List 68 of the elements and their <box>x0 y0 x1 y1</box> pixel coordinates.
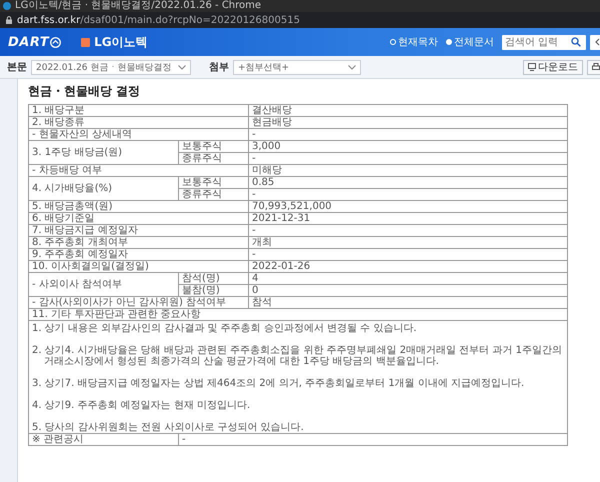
table-cell: - <box>248 188 568 200</box>
table-cell: 참석(명) <box>178 272 249 284</box>
table-cell: 0.85 <box>248 176 568 188</box>
document-title: 현금・현물배당 결정 <box>28 83 142 100</box>
table-cell: - <box>248 224 568 236</box>
table-cell: 8. 주주총회 개최여부 <box>28 236 249 248</box>
monitor-icon <box>528 63 536 71</box>
chevron-left-icon <box>594 38 600 46</box>
table-cell: 9. 주주총회 예정일자 <box>28 248 249 260</box>
table-cell: 5. 배당금총액(원) <box>28 200 249 212</box>
table-cell: - <box>248 128 568 140</box>
table-cell: - 사외이사 참석여부 <box>28 272 178 296</box>
company-icon <box>81 38 90 46</box>
table-cell: - 감사(사외이사가 아닌 감사위원) 참석여부 <box>28 296 249 308</box>
table-cell: - <box>248 152 568 164</box>
table-cell: 11. 기타 투자판단과 관련한 중요사항 <box>28 308 568 320</box>
attachment-select[interactable]: +첨부선택+ <box>233 60 361 74</box>
note-paragraph: 1. 상기 내용은 외부감사인의 감사결과 및 주주총회 승인과정에서 변경될 수 있습니다. <box>32 323 418 334</box>
table-cell: 결산배당 <box>248 104 568 116</box>
table-cell: 불참(명) <box>178 284 249 296</box>
table-cell: 7. 배당금지급 예정일자 <box>28 224 249 236</box>
scope-radio[interactable]: 전체문서 <box>446 35 494 49</box>
table-cell: - <box>178 434 568 446</box>
table-cell: 1. 배당구분 <box>28 104 249 116</box>
table-cell: 6. 배당기준일 <box>28 212 249 224</box>
body-label: 본문 <box>7 61 27 74</box>
site-logo[interactable]: DART <box>8 34 62 50</box>
table-cell: 10. 이사회결의일(결정일) <box>28 260 249 272</box>
note-paragraph: 4. 상기9. 주주총회 예정일자는 현재 미정입니다. <box>32 400 252 411</box>
table-cell: 개최 <box>248 236 568 248</box>
table-cell: 3,000 <box>248 140 568 152</box>
scope-radio[interactable]: 현재목차 <box>390 35 438 49</box>
window-title: LG이노텍/현금 · 현물배당결정/2022.01.26 - Chrome <box>15 0 262 12</box>
table-cell: 보통주식 <box>178 176 249 188</box>
printer-icon <box>592 63 600 71</box>
download-button[interactable]: 다운로드 <box>523 60 583 74</box>
table-cell: - <box>248 248 568 260</box>
table-cell: 미해당 <box>248 164 568 176</box>
table-cell: - 현물자산의 상세내역 <box>28 128 249 140</box>
search-icon[interactable] <box>571 37 581 47</box>
table-cell: 0 <box>248 284 568 296</box>
note-paragraph: 3. 상기7. 배당금지급 예정일자는 상법 제464조의 2에 의거, 주주총회일로부터 1개월 이내에 지급예정입니다. <box>32 378 526 389</box>
caret-icon <box>178 64 186 70</box>
note-paragraph: 2. 상기4. 시가배당율은 당해 배당과 관련된 주주총회소집을 위한 주주명부폐쇄일 2매매거래일 전부터 과거 1주일간의 거래소시장에서 형성된 최종가격의 산술 평균가격에 대한 1주당 배당금의 백분율입니다. <box>32 345 563 367</box>
note-paragraph: 5. 당사의 감사위원회는 전원 사외이사로 구성되어 있습니다. <box>32 422 305 433</box>
table-cell: 종류주식 <box>178 152 249 164</box>
table-cell: 현금배당 <box>248 116 568 128</box>
lock-icon <box>6 16 12 24</box>
search-field[interactable]: 검색어 입력 <box>502 34 586 50</box>
table-cell: - 차등배당 여부 <box>28 164 249 176</box>
print-button[interactable] <box>587 60 600 74</box>
company-name: LG이노텍 <box>94 34 148 50</box>
browser-logo-icon <box>3 2 11 10</box>
table-cell: 2022-01-26 <box>248 260 568 272</box>
table-cell: 4. 시가배당율(%) <box>28 176 178 200</box>
table-cell: 종류주식 <box>178 188 249 200</box>
table-cell: 2021-12-31 <box>248 212 568 224</box>
body-select[interactable]: 2022.01.26 현금ㆍ현물배당결정 <box>31 60 191 74</box>
table-cell: 4 <box>248 272 568 284</box>
table-cell: 2. 배당종류 <box>28 116 249 128</box>
table-cell: 보통주식 <box>178 140 249 152</box>
previous-button[interactable] <box>590 34 600 50</box>
table-cell: ※ 관련공시 <box>28 434 178 446</box>
attachment-label: 첨부 <box>209 61 229 74</box>
caret-icon <box>348 64 356 70</box>
table-cell: 3. 1주당 배당금(원) <box>28 140 178 164</box>
table-cell: 참석 <box>248 296 568 308</box>
table-cell: 70,993,521,000 <box>248 200 568 212</box>
